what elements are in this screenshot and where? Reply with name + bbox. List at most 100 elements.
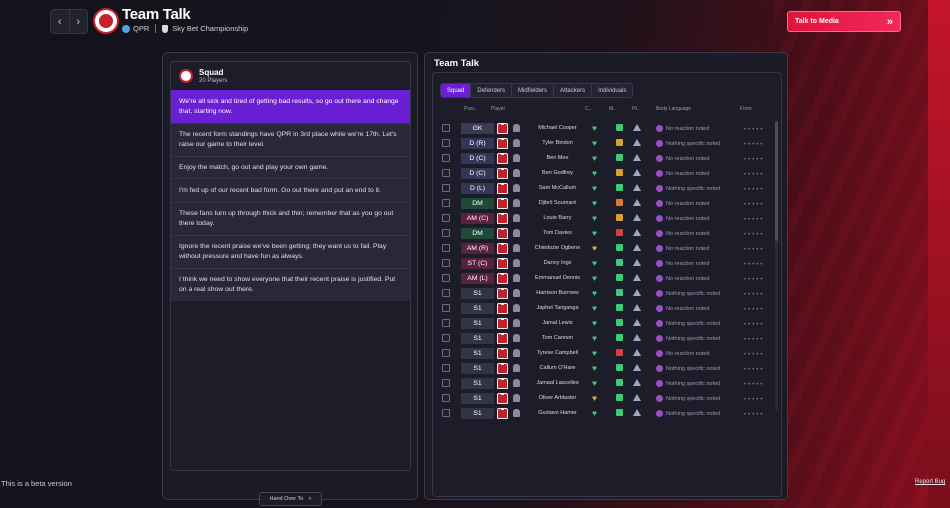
player-name[interactable]: Japhet Tanganga [525,303,590,314]
talk-option[interactable]: These fans turn up through thick and thi… [171,202,410,235]
player-row[interactable]: D (R) Tyler Bindon ♥ Nothing specific noted… [433,136,783,151]
player-select-checkbox[interactable] [442,139,450,147]
player-name[interactable]: Gustavo Hamer [525,408,590,419]
player-select-checkbox[interactable] [442,214,450,222]
player-name[interactable]: Louie Barry [525,213,590,224]
col-position[interactable]: Posi... [464,106,478,112]
player-select-checkbox[interactable] [442,124,450,132]
opponent-name[interactable]: QPR [133,24,149,33]
scrollbar[interactable] [775,121,778,411]
reaction-face-icon [656,230,663,237]
player-name[interactable]: Ben Godfrey [525,168,590,179]
reaction-text: No reaction noted [666,200,710,207]
player-name[interactable]: Jamal Lewis [525,318,590,329]
player-name[interactable]: Emmanuel Dennis [525,273,590,284]
hand-over-label: Hand Over To [269,496,304,502]
player-select-checkbox[interactable] [442,304,450,312]
player-row[interactable]: AM (R) Chiedozie Ogbene ♥ No reaction noted… [433,241,783,256]
club-badge-icon[interactable] [93,8,119,34]
player-row[interactable]: S1 Jamaal Lascelles ♥ Nothing specific note… [433,376,783,391]
player-select-checkbox[interactable] [442,169,450,177]
player-select-checkbox[interactable] [442,289,450,297]
chevron-left-icon: ‹ [57,15,62,28]
player-select-checkbox[interactable] [442,364,450,372]
tab-attackers[interactable]: Attackers [553,84,592,97]
player-row[interactable]: GK Michael Cooper ♥ No reaction noted ••••• [433,121,783,136]
player-row[interactable]: S1 Tom Cannon ♥ Nothing specific noted ••••• [433,331,783,346]
player-name[interactable]: Djibril Soumaré [525,198,590,209]
col-morale[interactable]: M... [609,106,617,112]
talk-to-media-button[interactable]: Talk to Media » [787,11,901,32]
player-row[interactable]: S1 Jamal Lewis ♥ Nothing specific noted ••••… [433,316,783,331]
reaction-text: Nothing specific noted [666,290,721,297]
player-row[interactable]: S1 Harrison Burrows ♥ Nothing specific note… [433,286,783,301]
hand-over-to-button[interactable]: Hand Over To ˄ [259,492,322,506]
player-row[interactable]: AM (C) Louie Barry ♥ No reaction noted ••••• [433,211,783,226]
player-select-checkbox[interactable] [442,349,450,357]
tab-individuals[interactable]: Individuals [591,84,633,97]
player-name[interactable]: Tom Cannon [525,333,590,344]
player-name[interactable]: Harrison Burrows [525,288,590,299]
player-select-checkbox[interactable] [442,409,450,417]
player-picture-icon [513,229,520,237]
col-player[interactable]: Player [491,106,505,112]
talk-option[interactable]: We're all sick and tired of getting bad … [171,90,410,123]
player-name[interactable]: Michael Cooper [525,123,590,134]
col-condition[interactable]: C... [585,106,593,112]
talk-option[interactable]: Enjoy the match, go out and play your ow… [171,156,410,178]
talk-option[interactable]: I'm fed up of our recent bad form. Go ou… [171,178,410,202]
talk-option[interactable]: I think we need to show everyone that th… [171,268,410,301]
col-history[interactable]: Hi... [632,106,641,112]
player-select-checkbox[interactable] [442,154,450,162]
player-name[interactable]: Callum O'Hare [525,363,590,374]
player-select-checkbox[interactable] [442,244,450,252]
player-name[interactable]: Tyrese Campbell [525,348,590,359]
player-row[interactable]: S1 Tyrese Campbell ♥ No reaction noted ••••• [433,346,783,361]
tab-squad[interactable]: Squad [441,84,471,97]
back-button[interactable]: ‹ [51,10,69,33]
player-row[interactable]: S1 Japhet Tanganga ♥ No reaction noted ••••• [433,301,783,316]
player-select-checkbox[interactable] [442,394,450,402]
player-select-checkbox[interactable] [442,199,450,207]
history-triangle-icon [633,259,641,266]
player-name[interactable]: Tom Davies [525,228,590,239]
player-select-checkbox[interactable] [442,334,450,342]
player-name[interactable]: Danny Ings [525,258,590,269]
player-row[interactable]: DM Djibril Soumaré ♥ No reaction noted ••••• [433,196,783,211]
player-row[interactable]: AM (L) Emmanuel Dennis ♥ No reaction noted •… [433,271,783,286]
player-row[interactable]: D (L) Sam McCallum ♥ Nothing specific noted… [433,181,783,196]
player-select-checkbox[interactable] [442,229,450,237]
player-select-checkbox[interactable] [442,184,450,192]
player-row[interactable]: S1 Oliver Arblaster ♥ Nothing specific note… [433,391,783,406]
player-row[interactable]: ST (C) Danny Ings ♥ No reaction noted ••••• [433,256,783,271]
scrollbar-thumb[interactable] [775,121,778,241]
player-row[interactable]: S1 Callum O'Hare ♥ Nothing specific noted ••… [433,361,783,376]
reaction-text: No reaction noted [666,170,710,177]
player-select-checkbox[interactable] [442,319,450,327]
col-body-language[interactable]: Body Language [656,106,691,112]
player-name[interactable]: Oliver Arblaster [525,393,590,404]
talk-option[interactable]: Ignore the recent praise we've been gett… [171,235,410,268]
tab-midfielders[interactable]: Midfielders [511,84,554,97]
talk-option[interactable]: The recent form standings have QPR in 3r… [171,123,410,156]
player-name[interactable]: Jamaal Lascelles [525,378,590,389]
player-row[interactable]: D (C) Ben Godfrey ♥ No reaction noted ••••• [433,166,783,181]
player-select-checkbox[interactable] [442,379,450,387]
player-name[interactable]: Ben Mee [525,153,590,164]
competition-name[interactable]: Sky Bet Championship [172,24,248,33]
player-row[interactable]: D (C) Ben Mee ♥ No reaction noted ••••• [433,151,783,166]
morale-icon [616,289,623,296]
player-select-checkbox[interactable] [442,274,450,282]
shirt-icon [497,198,508,209]
player-row[interactable]: DM Tom Davies ♥ No reaction noted ••••• [433,226,783,241]
player-row[interactable]: S1 Gustavo Hamer ♥ Nothing specific noted ••… [433,406,783,421]
player-position: S1 [461,408,494,419]
player-name[interactable]: Chiedozie Ogbene [525,243,590,254]
tab-defenders[interactable]: Defenders [470,84,512,97]
player-name[interactable]: Sam McCallum [525,183,590,194]
report-bug-link[interactable]: Report Bug [915,479,945,485]
player-name[interactable]: Tyler Bindon [525,138,590,149]
forward-button[interactable]: › [68,10,88,33]
player-select-checkbox[interactable] [442,259,450,267]
col-form[interactable]: Form [740,106,752,112]
